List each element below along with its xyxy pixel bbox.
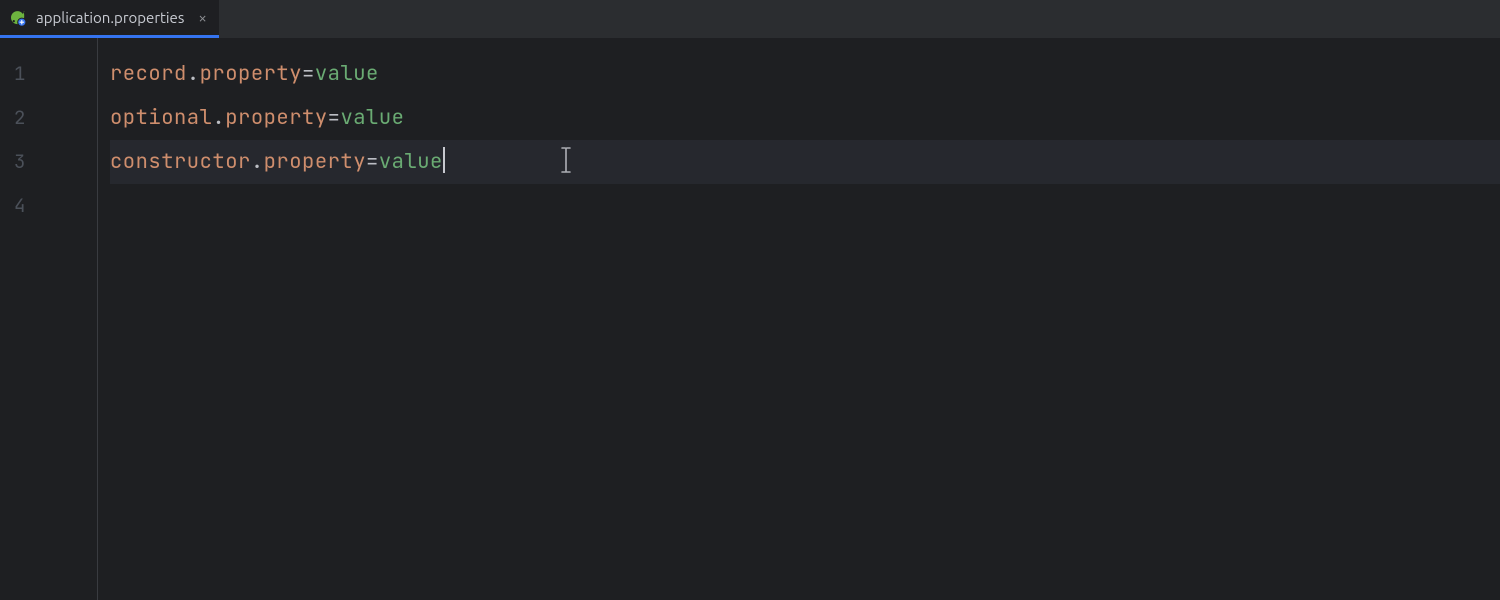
line-number: 2 (0, 96, 97, 140)
dot-separator: . (251, 148, 264, 175)
spring-file-icon (10, 9, 28, 27)
property-key-segment: record (110, 60, 187, 87)
property-key-segment: optional (110, 104, 212, 131)
file-tab-application-properties[interactable]: application.properties × (0, 0, 219, 38)
property-key-segment: property (200, 60, 302, 87)
file-tab-label: application.properties (36, 9, 184, 26)
equals-sign: = (366, 148, 379, 175)
code-area[interactable]: record.property=valueoptional.property=v… (98, 38, 1500, 600)
code-line[interactable]: constructor.property=value (110, 140, 1500, 184)
code-line[interactable]: optional.property=value (110, 96, 1500, 140)
close-icon[interactable]: × (198, 10, 206, 25)
property-value: value (340, 104, 404, 131)
editor-tabbar: application.properties × (0, 0, 1500, 38)
line-number: 4 (0, 184, 97, 228)
code-line[interactable]: record.property=value (110, 52, 1500, 96)
equals-sign: = (302, 60, 315, 87)
line-number-gutter: 1 2 3 4 (0, 38, 98, 600)
text-caret (443, 147, 445, 173)
code-editor[interactable]: 1 2 3 4 record.property=valueoptional.pr… (0, 38, 1500, 600)
dot-separator: . (187, 60, 200, 87)
property-key-segment: property (264, 148, 366, 175)
property-value: value (379, 148, 443, 175)
property-key-segment: property (225, 104, 327, 131)
equals-sign: = (328, 104, 341, 131)
code-line[interactable] (110, 184, 1500, 228)
property-value: value (315, 60, 379, 87)
property-key-segment: constructor (110, 148, 251, 175)
line-number: 3 (0, 140, 97, 184)
dot-separator: . (212, 104, 225, 131)
line-number: 1 (0, 52, 97, 96)
